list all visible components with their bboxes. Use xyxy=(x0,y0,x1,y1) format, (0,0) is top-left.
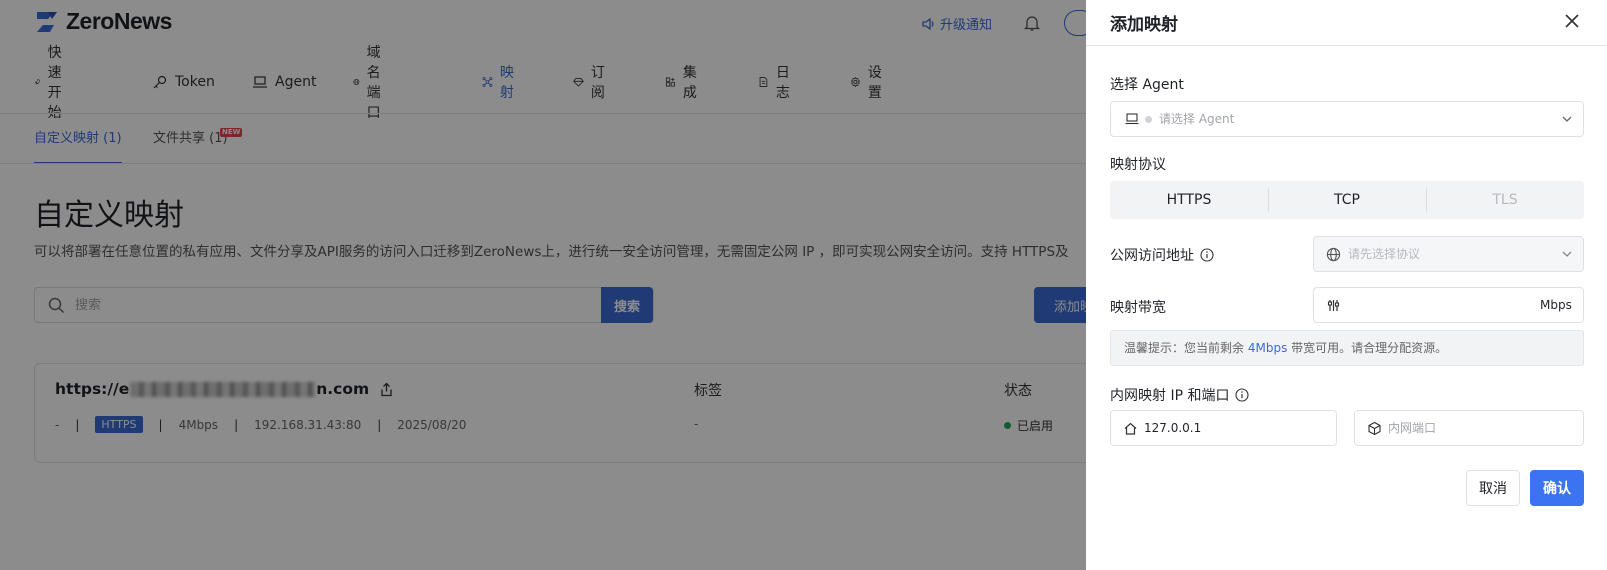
bandwidth-label-text: 映射带宽 xyxy=(1110,300,1166,316)
tip-value: 4Mbps xyxy=(1247,341,1288,355)
public-address-label-text: 公网访问地址 xyxy=(1110,248,1194,264)
intranet-ip-input[interactable]: 127.0.0.1 xyxy=(1110,410,1337,446)
info-icon[interactable] xyxy=(1200,248,1214,262)
drawer-title: 添加映射 xyxy=(1110,15,1178,35)
agent-label-text: 选择 Agent xyxy=(1110,77,1184,93)
close-button[interactable] xyxy=(1560,10,1584,34)
intranet-label-text: 内网映射 IP 和端口 xyxy=(1110,388,1230,404)
add-mapping-drawer: 添加映射 选择 Agent 请选择 Agent 映射协议 HTTPS TCP T… xyxy=(1086,0,1607,570)
protocol-label-text: 映射协议 xyxy=(1110,157,1166,173)
info-icon[interactable] xyxy=(1235,388,1250,402)
sliders-icon xyxy=(1327,300,1340,311)
tip-prefix: 温馨提示：您当前剩余 xyxy=(1124,341,1245,355)
bandwidth-input[interactable]: Mbps xyxy=(1313,287,1584,323)
public-address-select: 请先选择协议 xyxy=(1313,236,1584,272)
intranet-port-placeholder: 内网端口 xyxy=(1388,421,1437,435)
box-icon xyxy=(1368,421,1381,436)
bandwidth-tip: 温馨提示：您当前剩余 4Mbps 带宽可用。请合理分配资源。 xyxy=(1110,330,1584,366)
protocol-option-https[interactable]: HTTPS xyxy=(1110,181,1268,219)
home-icon xyxy=(1124,422,1137,435)
chevron-down-icon xyxy=(1562,116,1572,122)
public-address-label: 公网访问地址 xyxy=(1110,245,1214,265)
protocol-label: 映射协议 xyxy=(1110,154,1166,174)
intranet-ip-value: 127.0.0.1 xyxy=(1144,421,1202,435)
protocol-segmented-control: HTTPS TCP TLS xyxy=(1110,181,1584,219)
drawer-header: 添加映射 xyxy=(1086,0,1607,46)
bandwidth-unit: Mbps xyxy=(1540,298,1572,312)
intranet-port-input[interactable]: 内网端口 xyxy=(1354,410,1584,446)
close-icon xyxy=(1565,13,1579,28)
public-address-placeholder: 请先选择协议 xyxy=(1348,247,1421,261)
protocol-option-tcp[interactable]: TCP xyxy=(1268,181,1426,219)
cancel-button[interactable]: 取消 xyxy=(1466,470,1520,506)
agent-label: 选择 Agent xyxy=(1110,74,1184,94)
confirm-button[interactable]: 确认 xyxy=(1530,470,1584,506)
agent-placeholder: 请选择 Agent xyxy=(1159,112,1235,126)
tip-suffix: 带宽可用。请合理分配资源。 xyxy=(1291,341,1448,355)
laptop-icon xyxy=(1125,113,1139,125)
globe-icon xyxy=(1326,247,1341,262)
agent-select[interactable]: 请选择 Agent xyxy=(1110,101,1584,137)
agent-status-dot xyxy=(1145,116,1152,123)
bandwidth-label: 映射带宽 xyxy=(1110,297,1166,317)
chevron-down-icon xyxy=(1562,251,1572,257)
protocol-option-tls: TLS xyxy=(1426,181,1584,219)
intranet-label: 内网映射 IP 和端口 xyxy=(1110,385,1250,405)
